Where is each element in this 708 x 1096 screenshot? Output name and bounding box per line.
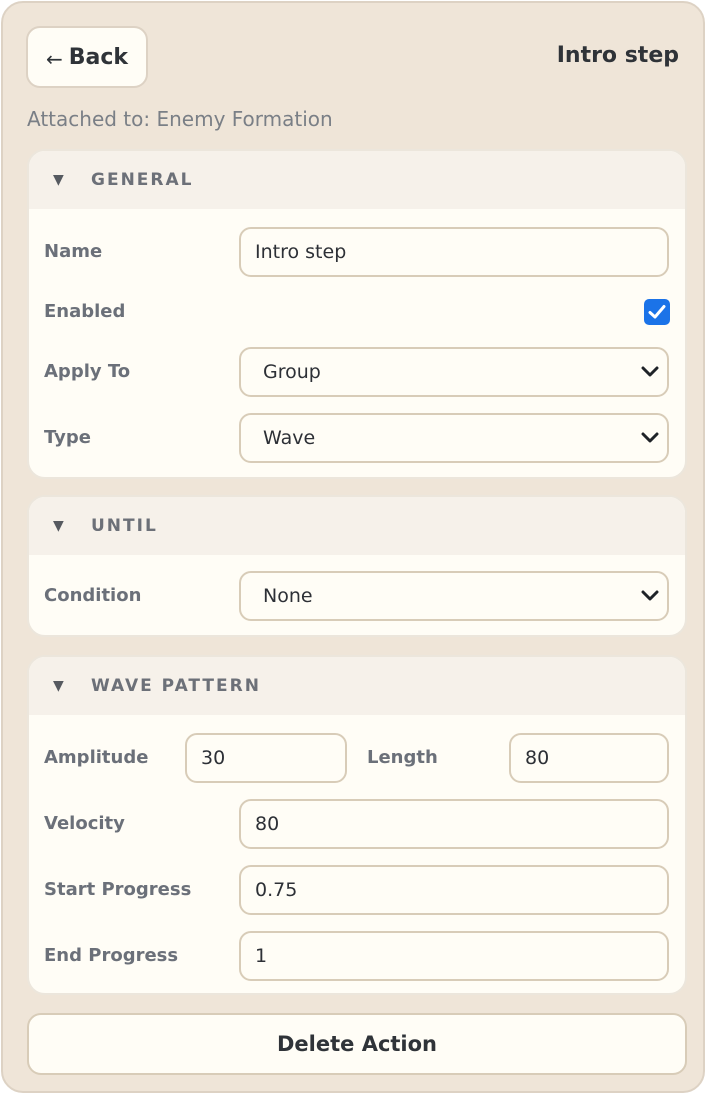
amplitude-label: Amplitude (44, 747, 149, 768)
condition-select[interactable]: None (239, 571, 669, 621)
length-input[interactable]: 80 (509, 733, 669, 783)
apply-to-select[interactable]: Group (239, 347, 669, 397)
chevron-down-icon (641, 432, 659, 443)
name-input[interactable]: Intro step (239, 227, 669, 277)
length-label: Length (367, 747, 438, 768)
collapse-caret-icon: ▼ (53, 172, 64, 188)
enabled-label: Enabled (44, 301, 126, 322)
type-select[interactable]: Wave (239, 413, 669, 463)
condition-value: None (263, 585, 313, 607)
wave-pattern-section-title: WAVE PATTERN (91, 676, 261, 696)
back-label: Back (68, 44, 129, 70)
until-section-title: UNTIL (91, 516, 158, 536)
type-label: Type (44, 427, 91, 448)
collapse-caret-icon: ▼ (53, 678, 64, 694)
condition-label: Condition (44, 585, 142, 606)
apply-to-label: Apply To (44, 361, 131, 382)
apply-to-value: Group (263, 361, 321, 383)
attached-to-text: Attached to: Enemy Formation (27, 107, 333, 131)
end-progress-label: End Progress (44, 945, 179, 966)
back-arrow-icon: ← (45, 47, 63, 71)
velocity-input[interactable]: 80 (239, 799, 669, 849)
amplitude-value: 30 (201, 747, 226, 769)
length-value: 80 (525, 747, 550, 769)
page-title: Intro step (556, 43, 679, 68)
until-section: ▼ UNTIL Condition None (27, 495, 687, 637)
amplitude-input[interactable]: 30 (185, 733, 347, 783)
velocity-value: 80 (255, 813, 280, 835)
name-value: Intro step (255, 241, 347, 263)
back-button[interactable]: ← Back (26, 26, 148, 88)
delete-action-button[interactable]: Delete Action (27, 1013, 687, 1075)
start-progress-input[interactable]: 0.75 (239, 865, 669, 915)
action-editor-panel: ← Back Intro step Attached to: Enemy For… (1, 1, 705, 1093)
end-progress-input[interactable]: 1 (239, 931, 669, 981)
velocity-label: Velocity (44, 813, 125, 834)
enabled-checkbox[interactable] (644, 299, 670, 325)
general-section: ▼ GENERAL Name Intro step Enabled Apply … (27, 149, 687, 479)
chevron-down-icon (641, 366, 659, 377)
collapse-caret-icon: ▼ (53, 518, 64, 534)
start-progress-value: 0.75 (255, 879, 298, 901)
name-label: Name (44, 241, 103, 262)
until-section-header[interactable]: ▼ UNTIL (29, 497, 685, 555)
general-section-title: GENERAL (91, 170, 194, 190)
chevron-down-icon (641, 590, 659, 601)
checkmark-icon (648, 305, 666, 319)
wave-pattern-section-header[interactable]: ▼ WAVE PATTERN (29, 657, 685, 715)
general-section-header[interactable]: ▼ GENERAL (29, 151, 685, 209)
start-progress-label: Start Progress (44, 879, 192, 900)
type-value: Wave (263, 427, 316, 449)
end-progress-value: 1 (255, 945, 268, 967)
wave-pattern-section: ▼ WAVE PATTERN Amplitude 30 Length 80 Ve… (27, 655, 687, 995)
